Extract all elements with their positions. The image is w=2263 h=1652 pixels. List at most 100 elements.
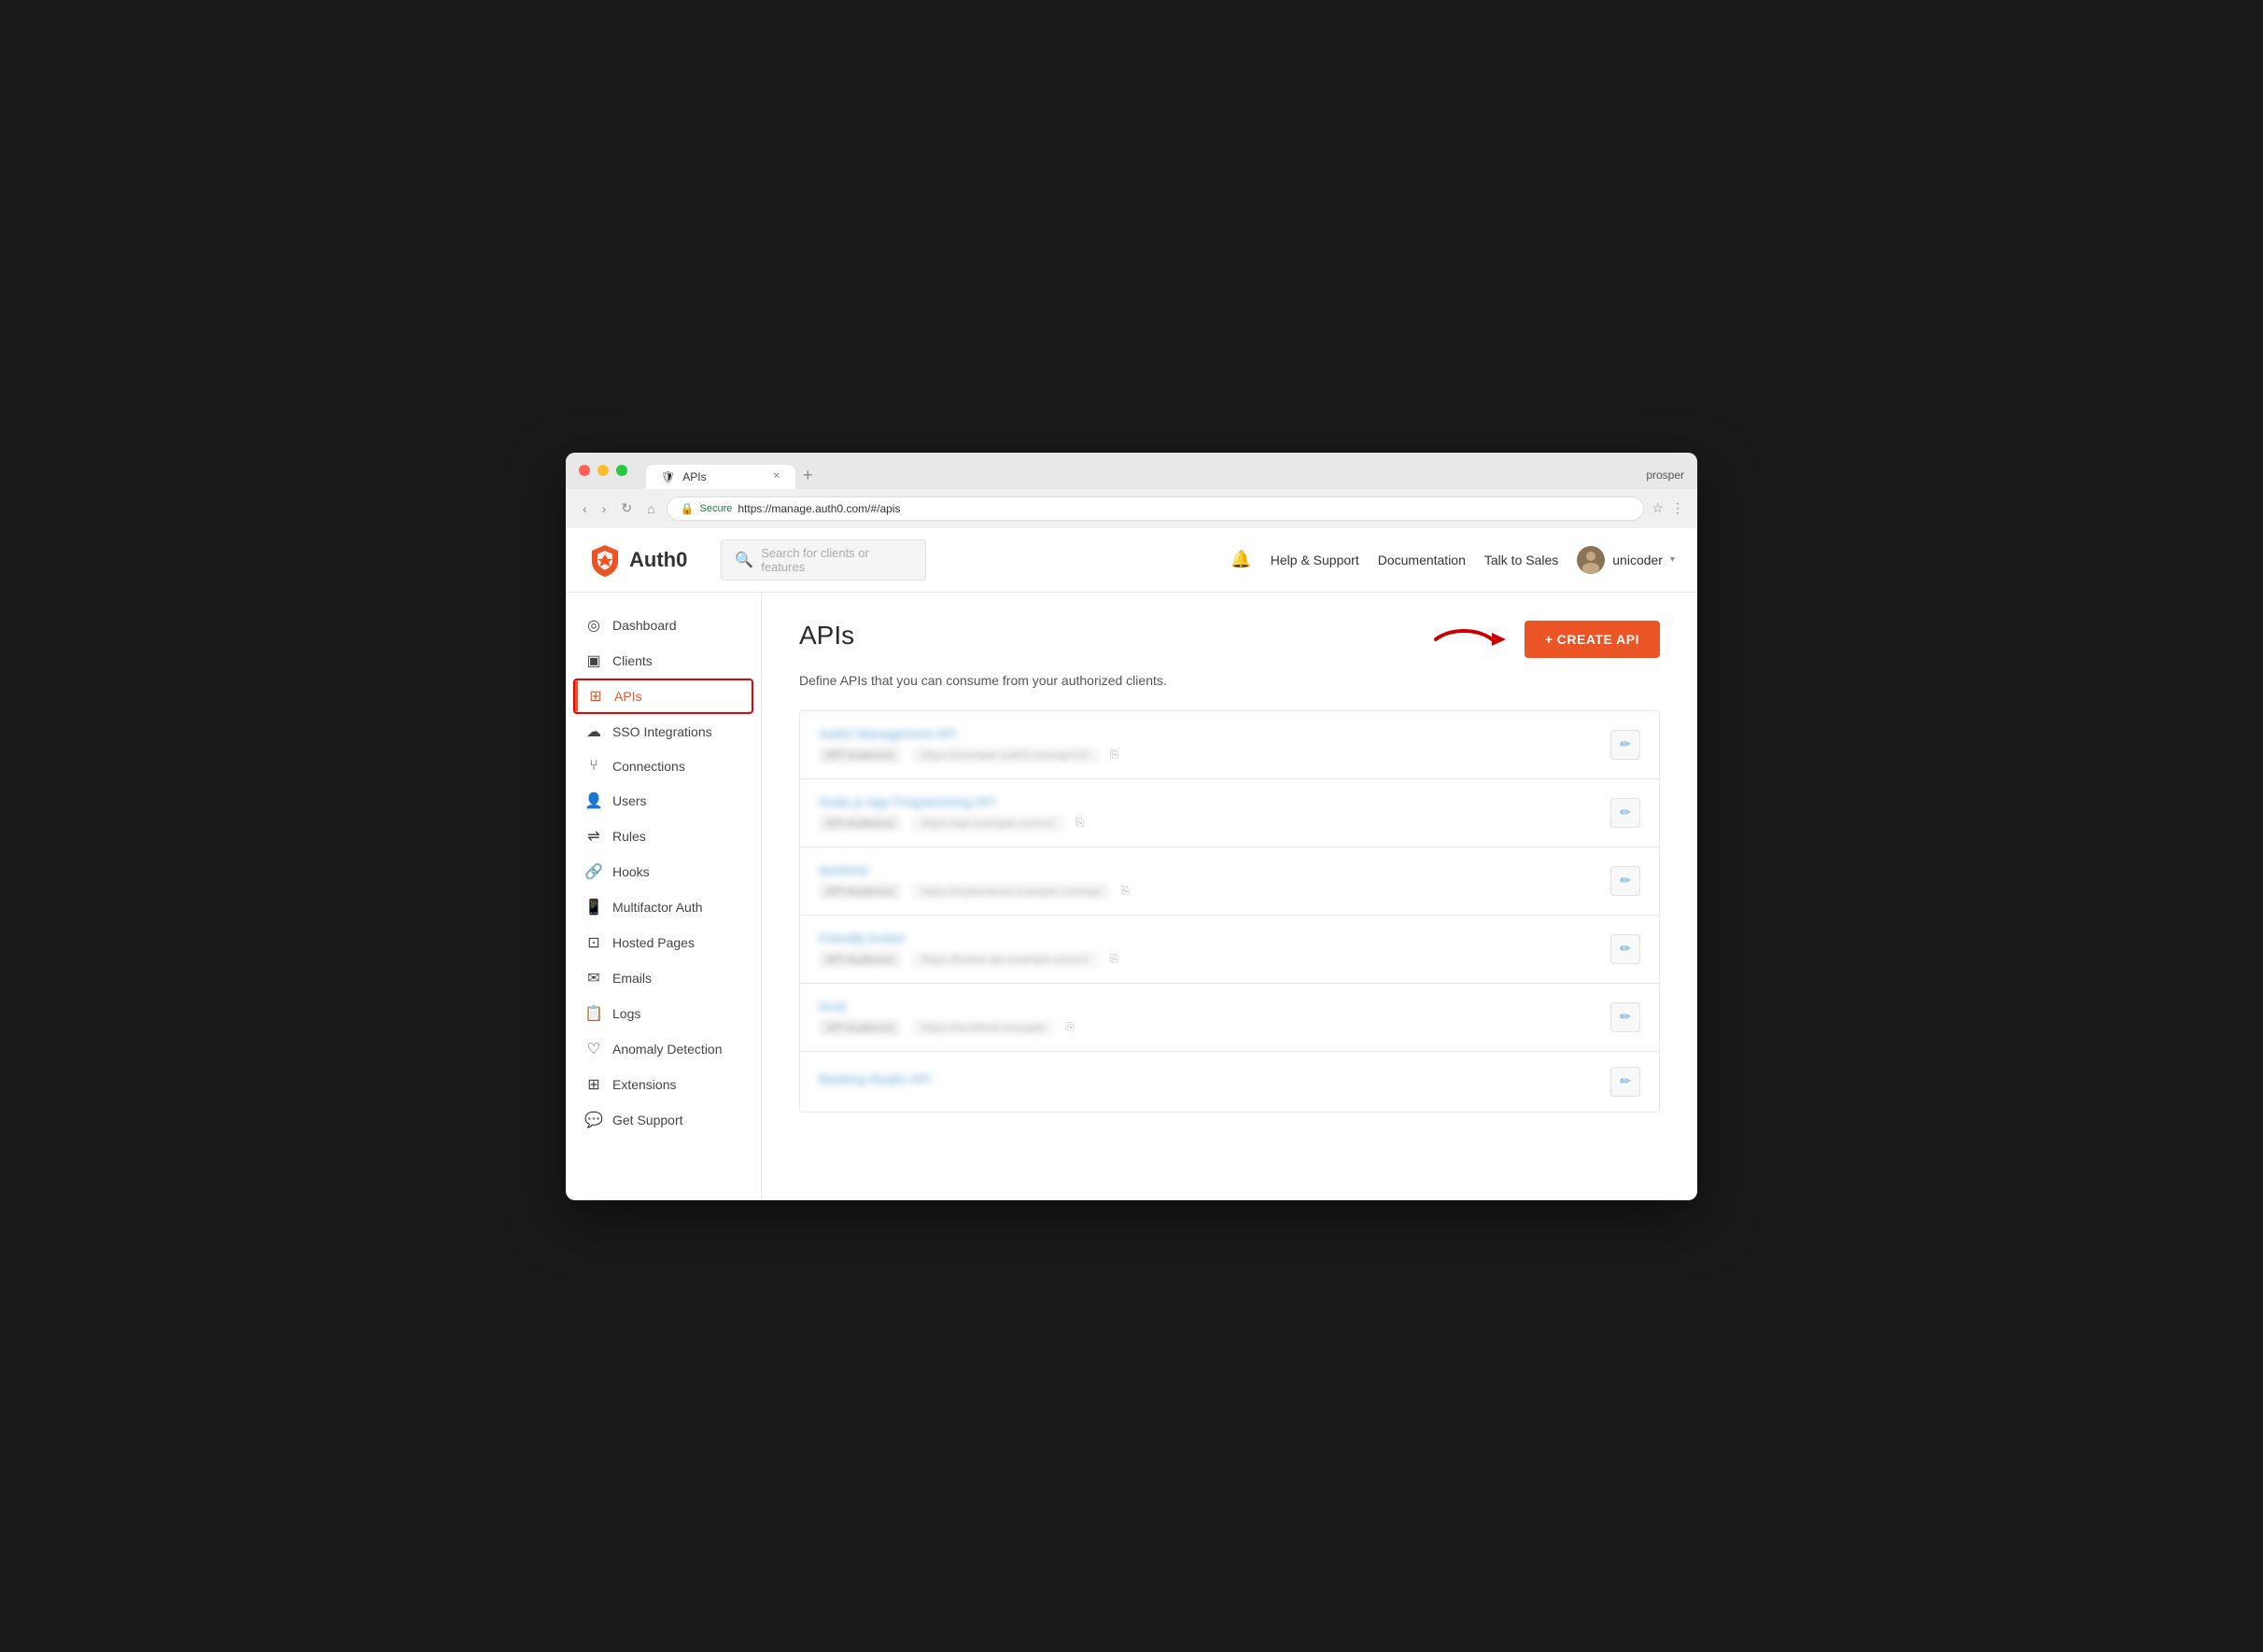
api-edit-button[interactable]: ✏ <box>1610 934 1640 964</box>
copy-icon[interactable]: ⎘ <box>1110 748 1119 762</box>
api-meta-url: https://mybackend.example.com/api <box>912 883 1109 900</box>
avatar <box>1577 546 1605 574</box>
api-meta-label: API Audience <box>819 1019 901 1036</box>
sidebar-item-logs[interactable]: 📋 Logs <box>566 996 761 1031</box>
sidebar-item-rules[interactable]: ⇌ Rules <box>566 819 761 854</box>
sidebar-label-dashboard: Dashboard <box>612 618 677 633</box>
url-bar[interactable]: 🔒 Secure https://manage.auth0.com/#/apis <box>667 497 1645 521</box>
api-meta-url: https://api.example.com/v1 <box>912 815 1064 832</box>
chevron-down-icon: ▾ <box>1670 554 1675 565</box>
help-support-link[interactable]: Help & Support <box>1271 553 1359 567</box>
copy-icon[interactable]: ⎘ <box>1065 1020 1075 1034</box>
forward-button[interactable]: › <box>598 499 611 518</box>
sidebar-item-emails[interactable]: ✉ Emails <box>566 960 761 996</box>
api-item-info: Auth0 Management API API Audience https:… <box>819 726 1595 763</box>
copy-icon[interactable]: ⎘ <box>1121 884 1131 898</box>
rules-icon: ⇌ <box>584 827 603 846</box>
app-body: ◎ Dashboard ▣ Clients ⊞ APIs ☁ SSO Integ… <box>566 593 1697 1200</box>
create-api-area: + CREATE API <box>1525 621 1660 658</box>
api-meta-label: API Audience <box>819 883 901 900</box>
user-name: unicoder <box>1612 553 1663 567</box>
url-text: https://manage.auth0.com/#/apis <box>738 502 900 515</box>
api-meta-label: API Audience <box>819 747 901 763</box>
api-item-info: Node.js App Programming API API Audience… <box>819 794 1595 832</box>
traffic-light-yellow[interactable] <box>597 465 609 476</box>
tab-favicon: 🛡 <box>661 470 675 483</box>
api-edit-button[interactable]: ✏ <box>1610 1002 1640 1032</box>
secure-badge: Secure <box>700 503 733 514</box>
active-tab[interactable]: 🛡 APIs ✕ <box>646 465 795 489</box>
user-menu[interactable]: unicoder ▾ <box>1577 546 1675 574</box>
connections-icon: ⑂ <box>584 758 603 775</box>
sidebar-item-hosted-pages[interactable]: ⊡ Hosted Pages <box>566 925 761 960</box>
sidebar-item-connections[interactable]: ⑂ Connections <box>566 749 761 783</box>
main-content: APIs + CREATE API Define API <box>762 593 1697 1200</box>
copy-icon[interactable]: ⎘ <box>1075 816 1085 830</box>
api-item: backend API Audience https://mybackend.e… <box>800 847 1659 916</box>
search-bar[interactable]: 🔍 Search for clients or features <box>721 539 926 581</box>
api-item-meta: API Audience https://api.example.com/v1 … <box>819 815 1595 832</box>
api-item-name: Banking Realm API <box>819 1071 1595 1086</box>
api-item-name: Node.js App Programming API <box>819 794 1595 809</box>
tab-close-button[interactable]: ✕ <box>773 471 780 482</box>
sidebar-label-multifactor: Multifactor Auth <box>612 900 703 915</box>
browser-user: prosper <box>1646 469 1684 482</box>
sidebar-item-get-support[interactable]: 💬 Get Support <box>566 1102 761 1138</box>
sidebar-item-users[interactable]: 👤 Users <box>566 783 761 819</box>
documentation-link[interactable]: Documentation <box>1378 553 1466 567</box>
sidebar-item-hooks[interactable]: 🔗 Hooks <box>566 854 761 889</box>
sidebar-item-extensions[interactable]: ⊞ Extensions <box>566 1067 761 1102</box>
sidebar-label-emails: Emails <box>612 971 652 986</box>
new-tab-button[interactable]: + <box>795 462 945 489</box>
search-icon: 🔍 <box>735 551 753 569</box>
header-nav: 🔔 Help & Support Documentation Talk to S… <box>1230 546 1675 574</box>
dashboard-icon: ◎ <box>584 616 603 635</box>
sidebar: ◎ Dashboard ▣ Clients ⊞ APIs ☁ SSO Integ… <box>566 593 762 1200</box>
multifactor-icon: 📱 <box>584 898 603 917</box>
api-item: Friendly broker API Audience https://bro… <box>800 916 1659 984</box>
api-item: local API Audience https://localhost.exa… <box>800 984 1659 1052</box>
address-bar: ‹ › ↻ ⌂ 🔒 Secure https://manage.auth0.co… <box>566 489 1697 528</box>
sidebar-label-connections: Connections <box>612 759 685 774</box>
notification-bell[interactable]: 🔔 <box>1230 550 1251 569</box>
app-header: Auth0 🔍 Search for clients or features 🔔… <box>566 528 1697 593</box>
sidebar-label-sso: SSO Integrations <box>612 724 712 739</box>
bookmark-button[interactable]: ☆ <box>1652 500 1664 516</box>
sidebar-item-apis[interactable]: ⊞ APIs <box>573 679 753 714</box>
api-edit-button[interactable]: ✏ <box>1610 730 1640 760</box>
copy-icon[interactable]: ⎘ <box>1109 952 1118 966</box>
sidebar-label-rules: Rules <box>612 829 646 844</box>
reload-button[interactable]: ↻ <box>617 498 636 518</box>
api-edit-button[interactable]: ✏ <box>1610 798 1640 828</box>
logo[interactable]: Auth0 <box>588 543 687 577</box>
api-meta-label: API Audience <box>819 951 901 968</box>
talk-to-sales-link[interactable]: Talk to Sales <box>1484 553 1558 567</box>
api-item-name: backend <box>819 862 1595 877</box>
api-item-meta: API Audience https://mybackend.example.c… <box>819 883 1595 900</box>
tab-bar: 🛡 APIs ✕ + <box>646 462 1646 489</box>
arrow-annotation <box>1431 619 1515 660</box>
api-meta-url: https://broker.api.example.com/v1 <box>912 951 1098 968</box>
traffic-light-red[interactable] <box>579 465 590 476</box>
menu-button[interactable]: ⋮ <box>1671 500 1684 516</box>
sidebar-label-logs: Logs <box>612 1006 640 1021</box>
create-api-button[interactable]: + CREATE API <box>1525 621 1660 658</box>
get-support-icon: 💬 <box>584 1111 603 1129</box>
page-description: Define APIs that you can consume from yo… <box>799 673 1660 688</box>
traffic-light-green[interactable] <box>616 465 627 476</box>
api-edit-button[interactable]: ✏ <box>1610 866 1640 896</box>
sidebar-item-multifactor[interactable]: 📱 Multifactor Auth <box>566 889 761 925</box>
sidebar-item-anomaly[interactable]: ♡ Anomaly Detection <box>566 1031 761 1067</box>
home-button[interactable]: ⌂ <box>643 499 658 518</box>
hooks-icon: 🔗 <box>584 862 603 881</box>
sidebar-item-clients[interactable]: ▣ Clients <box>566 643 761 679</box>
api-meta-label: API Audience <box>819 815 901 832</box>
sidebar-item-sso[interactable]: ☁ SSO Integrations <box>566 714 761 749</box>
back-button[interactable]: ‹ <box>579 499 591 518</box>
api-item: Auth0 Management API API Audience https:… <box>800 711 1659 779</box>
extensions-icon: ⊞ <box>584 1075 603 1094</box>
api-list: Auth0 Management API API Audience https:… <box>799 710 1660 1113</box>
api-edit-button[interactable]: ✏ <box>1610 1067 1640 1097</box>
users-icon: 👤 <box>584 791 603 810</box>
sidebar-item-dashboard[interactable]: ◎ Dashboard <box>566 608 761 643</box>
